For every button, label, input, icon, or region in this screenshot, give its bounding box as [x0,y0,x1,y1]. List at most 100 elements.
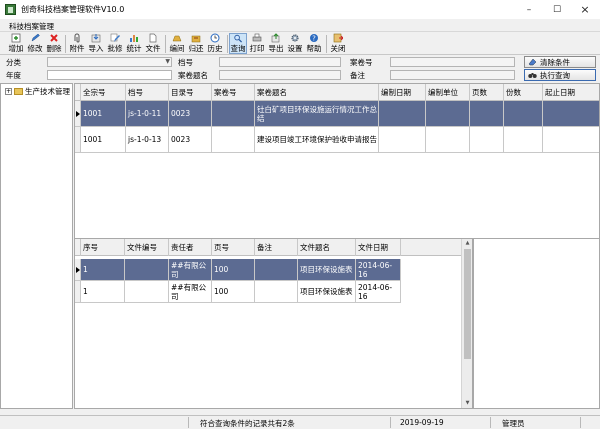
maximize-button[interactable]: ☐ [543,0,571,19]
eraser-icon [528,58,537,66]
delete-button[interactable]: 删除 [45,33,63,54]
table-cell [125,281,169,303]
help-button[interactable]: ? 帮助 [305,33,323,54]
export-icon [271,33,280,43]
execute-query-button[interactable]: 执行查询 [524,69,596,81]
table-cell [125,259,169,281]
table-cell: ##有限公司 [169,259,212,281]
column-header[interactable]: 起止日期 [543,84,599,101]
settings-button[interactable]: 设置 [286,33,304,54]
record-count-text: 符合查询条件的记录共有2条 [200,419,295,428]
file-button[interactable]: 文件 [144,33,162,54]
toolbar-separator [165,35,166,53]
menu-item-tech-archive[interactable]: 科技档案管理 [9,21,54,32]
table-cell: 1001 [81,127,126,153]
column-header[interactable]: 份数 [504,84,543,101]
table-row[interactable]: 1 ##有限公司 100 项目环保设施表 2014-06-16 [75,259,401,281]
category-select[interactable]: ▼ [47,57,172,67]
window-close-button[interactable]: × [571,0,599,19]
print-button[interactable]: 打印 [248,33,266,54]
close-button[interactable]: 关闭 [329,33,347,54]
table-cell: 100 [212,281,255,303]
table-row[interactable]: 1001 js-1-0-13 0023 建设项目竣工环境保护验收申请报告 [75,127,599,153]
statistics-icon [130,35,138,42]
status-date: 2019-09-19 [400,418,444,427]
statistics-button[interactable]: 统计 [125,33,143,54]
remarks-input[interactable] [390,70,515,80]
column-header[interactable]: 案卷号 [212,84,255,101]
import-icon [91,34,101,43]
add-button[interactable]: 增加 [7,33,25,54]
column-header[interactable]: 备注 [255,239,298,256]
column-header[interactable]: 编制日期 [379,84,426,101]
column-header[interactable]: 序号 [81,239,125,256]
column-header[interactable]: 案卷题名 [255,84,379,101]
export-button[interactable]: 导出 [267,33,285,54]
history-button[interactable]: 历史 [206,33,224,54]
column-header[interactable]: 全宗号 [81,84,126,101]
title-bar: 创奇科技档案管理软件V10.0 – ☐ × [0,0,600,19]
tree-item-production-tech[interactable]: + 生产技术管理 [5,86,70,97]
year-input[interactable] [47,70,172,80]
case-grid-header: 全宗号 档号 目录号 案卷号 案卷题名 编制日期 编制单位 页数 份数 起止日期 [75,84,599,101]
file-grid: 序号 文件编号 责任者 页号 备注 文件题名 文件日期 1 ##有限公司 100… [74,238,473,409]
status-separator [390,417,391,428]
return-button[interactable]: 归还 [187,33,205,54]
column-header[interactable]: 文件编号 [125,239,169,256]
column-header[interactable]: 编制单位 [426,84,470,101]
table-cell [212,101,255,127]
table-cell: 1001 [81,101,126,127]
status-separator [490,417,491,428]
arrange-button[interactable]: 编间 [168,33,186,54]
column-header[interactable]: 页数 [470,84,504,101]
archive-no-input[interactable] [219,57,341,67]
table-cell: ##有限公司 [169,281,212,303]
column-header[interactable]: 页号 [212,239,255,256]
table-cell [543,101,599,127]
attachment-button[interactable]: 附件 [68,33,86,54]
column-header[interactable]: 档号 [126,84,169,101]
import-button[interactable]: 导入 [87,33,105,54]
column-header[interactable]: 文件日期 [356,239,401,256]
scroll-down-icon[interactable]: ▼ [462,399,472,408]
delete-icon [50,34,58,42]
table-cell: 0023 [169,101,212,127]
scroll-up-icon[interactable]: ▲ [462,239,472,248]
file-grid-scrollbar[interactable]: ▲ ▼ [461,239,472,408]
clear-conditions-button[interactable]: 清除条件 [524,56,596,68]
column-header[interactable]: 文件题名 [298,239,356,256]
window-title: 创奇科技档案管理软件V10.0 [21,5,125,14]
table-cell: js-1-0-11 [126,101,169,127]
file-grid-header: 序号 文件编号 责任者 页号 备注 文件题名 文件日期 [75,239,472,256]
table-row[interactable]: 1001 js-1-0-11 0023 钍白矿项目环保设施运行情况工作总结 [75,101,599,127]
column-header[interactable]: 责任者 [169,239,212,256]
tree-item-label: 生产技术管理 [25,87,70,96]
search-icon [234,34,243,43]
batch-edit-button[interactable]: 批修 [106,33,124,54]
table-cell [255,259,298,281]
table-cell: 1 [81,281,125,303]
case-title-input[interactable] [219,70,341,80]
edit-button[interactable]: 修改 [26,33,44,54]
column-header[interactable]: 目录号 [169,84,212,101]
scrollbar-thumb[interactable] [464,249,471,359]
table-cell: 100 [212,259,255,281]
table-cell [379,101,426,127]
svg-text:?: ? [312,35,316,43]
table-cell: 项目环保设施表 [298,281,356,303]
case-no-label: 案卷号 [350,58,373,67]
status-bar: 符合查询条件的记录共有2条 2019-09-19 管理员 [0,415,600,429]
table-cell: js-1-0-13 [126,127,169,153]
status-separator [188,417,189,428]
attachment-icon [74,33,80,43]
search-button[interactable]: 查询 [229,33,247,54]
batch-edit-icon [110,33,120,42]
minimize-button[interactable]: – [515,0,543,19]
table-cell [470,127,504,153]
table-cell [504,127,543,153]
print-icon [252,33,262,42]
status-separator [580,417,581,428]
table-row[interactable]: 1 ##有限公司 100 项目环保设施表 2014-06-16 [75,281,401,303]
case-no-input[interactable] [390,57,515,67]
expand-icon[interactable]: + [5,88,12,95]
